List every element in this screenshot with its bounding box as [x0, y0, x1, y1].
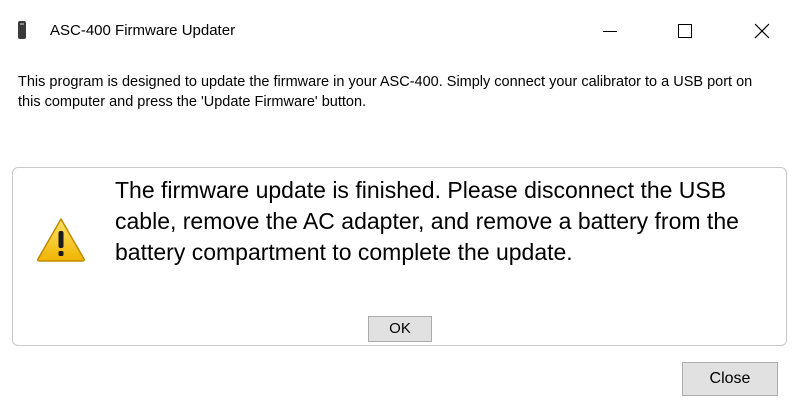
close-button[interactable]: Close [682, 362, 778, 396]
maximize-icon [678, 24, 692, 38]
ok-button[interactable]: OK [368, 316, 432, 342]
close-window-button[interactable] [732, 0, 792, 62]
message-box: The firmware update is finished. Please … [12, 167, 787, 346]
window-title: ASC-400 Firmware Updater [50, 22, 236, 39]
minimize-button[interactable] [580, 0, 640, 62]
usb-drive-icon [18, 21, 26, 39]
close-icon [754, 23, 770, 39]
message-text: The firmware update is finished. Please … [115, 177, 739, 265]
warning-icon [37, 218, 85, 262]
maximize-button[interactable] [655, 0, 715, 62]
intro-text: This program is designed to update the f… [18, 74, 753, 110]
title-bar: ASC-400 Firmware Updater [0, 0, 792, 62]
minimize-icon [603, 31, 617, 32]
